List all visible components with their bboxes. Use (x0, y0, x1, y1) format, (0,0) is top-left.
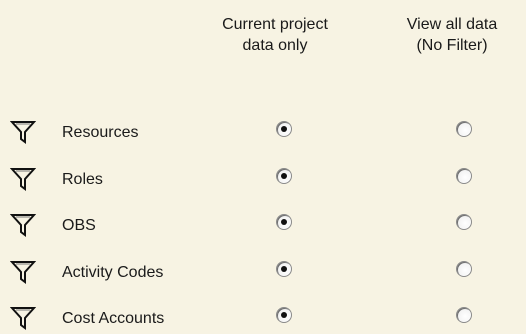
row-label-activity-codes: Activity Codes (62, 264, 164, 281)
filter-row-roles: Roles (0, 165, 526, 195)
filter-row-obs: OBS (0, 211, 526, 241)
radio-cost-accounts-view-all[interactable] (456, 307, 472, 323)
filter-icon (10, 120, 36, 144)
filter-row-activity-codes: Activity Codes (0, 258, 526, 288)
radio-obs-view-all[interactable] (456, 214, 472, 230)
column-header-all-line1: View all data (406, 16, 498, 33)
radio-obs-current[interactable] (276, 214, 292, 230)
column-header-current-line2: data only (242, 37, 308, 54)
radio-roles-current[interactable] (276, 168, 292, 184)
row-label-cost-accounts: Cost Accounts (62, 310, 165, 327)
column-header-view-all: View all data (No Filter) (378, 14, 526, 56)
radio-cost-accounts-current[interactable] (276, 307, 292, 323)
column-header-all-line2: (No Filter) (416, 37, 488, 54)
filter-row-cost-accounts: Cost Accounts (0, 304, 526, 334)
filter-row-resources: Resources (0, 118, 526, 148)
radio-roles-view-all[interactable] (456, 168, 472, 184)
radio-resources-current[interactable] (276, 121, 292, 137)
filter-icon (10, 213, 36, 237)
filter-icon (10, 260, 36, 284)
radio-resources-view-all[interactable] (456, 121, 472, 137)
filter-icon (10, 306, 36, 330)
column-header-current-project: Current project data only (206, 14, 344, 56)
radio-activity-codes-view-all[interactable] (456, 261, 472, 277)
filter-icon (10, 167, 36, 191)
row-label-roles: Roles (62, 171, 103, 188)
row-label-resources: Resources (62, 124, 139, 141)
row-label-obs: OBS (62, 217, 96, 234)
radio-activity-codes-current[interactable] (276, 261, 292, 277)
column-header-current-line1: Current project (222, 16, 328, 33)
